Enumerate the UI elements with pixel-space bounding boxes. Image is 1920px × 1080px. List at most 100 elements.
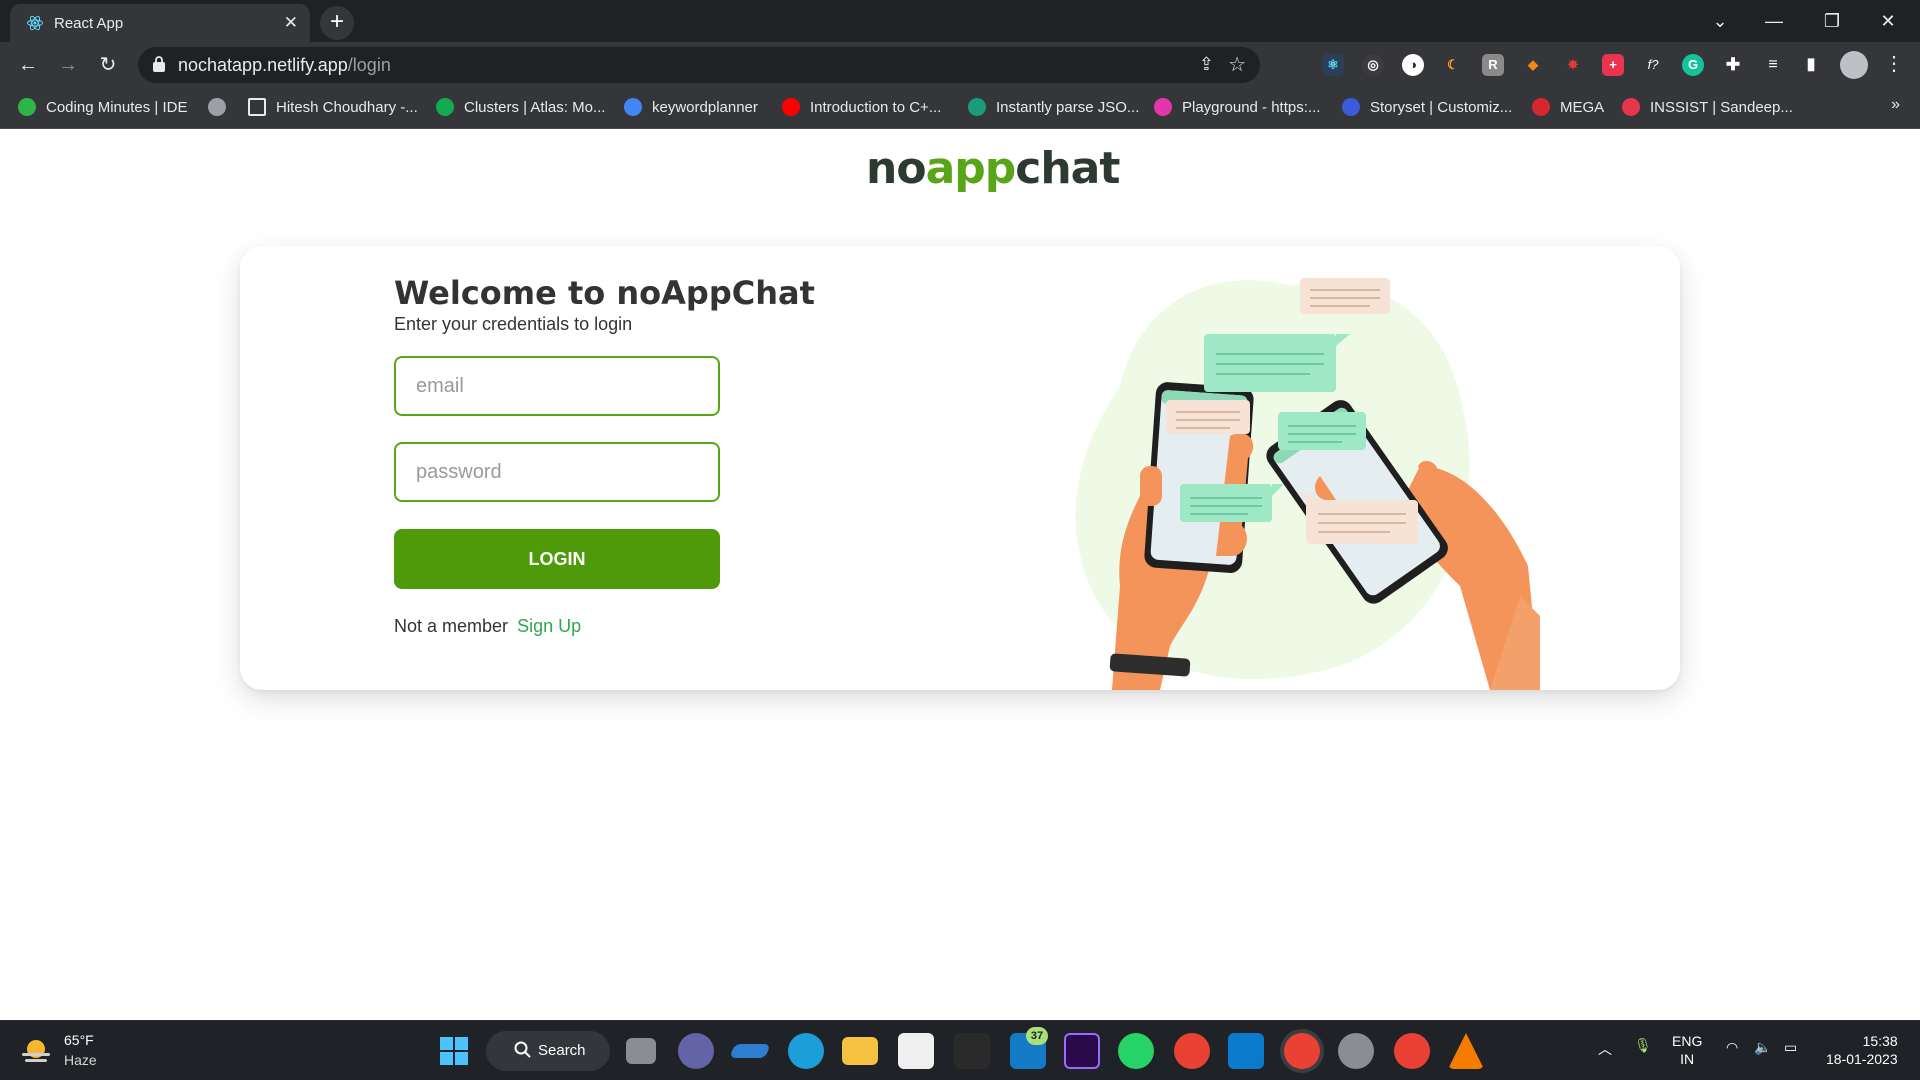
bookmark-item[interactable]: Clusters | Atlas: Mo... [436, 96, 605, 120]
email-field[interactable] [394, 356, 720, 416]
tab-strip: React App ✕ + ⌄ — ❐ ✕ [0, 0, 1920, 42]
system-clock[interactable]: 15:38 18-01-2023 [1826, 1032, 1898, 1068]
extension-plus-icon[interactable]: + [1602, 54, 1624, 76]
extension-moon-icon[interactable]: ☾ [1442, 54, 1464, 76]
brand-part-app: app [925, 143, 1017, 194]
login-button[interactable]: LOGIN [394, 529, 720, 589]
lang-bottom: IN [1680, 1051, 1695, 1067]
bookmark-favicon-icon [624, 98, 642, 116]
bookmark-favicon-icon [782, 98, 800, 116]
react-devtools-icon[interactable]: ⚛ [1322, 54, 1344, 76]
not-member-text: Not a member [394, 616, 509, 636]
bookmark-item[interactable]: Instantly parse JSO... [968, 96, 1139, 120]
bookmark-item[interactable]: INSSIST | Sandeep... [1622, 96, 1793, 120]
chat-bubble-1 [1300, 278, 1390, 314]
extensions-puzzle-icon[interactable]: ✚ [1722, 54, 1744, 76]
taskbar-search[interactable]: Search [486, 1031, 610, 1071]
premiere-pro-icon[interactable] [1064, 1033, 1100, 1069]
tray-chevron-icon[interactable]: ︿ [1598, 1039, 1612, 1059]
weather-widget[interactable]: 65°F Haze [20, 1031, 140, 1073]
url-text: nochatapp.netlify.app/login [178, 55, 391, 76]
search-icon [514, 1041, 531, 1058]
extension-circle-icon[interactable]: ◑ [1402, 54, 1424, 76]
extension-r-icon[interactable]: R [1482, 54, 1504, 76]
signup-prompt: Not a member Sign Up [394, 616, 581, 637]
chrome-active-icon[interactable] [1284, 1033, 1320, 1069]
bookmark-item[interactable]: Playground - https:... [1154, 96, 1320, 120]
bookmark-label: Storyset | Customiz... [1370, 99, 1513, 116]
whatsapp-icon[interactable] [1118, 1033, 1154, 1069]
url-path: /login [347, 55, 391, 75]
bookmark-item[interactable]: Introduction to C+... [782, 96, 941, 120]
bookmark-item[interactable]: Storyset | Customiz... [1342, 96, 1512, 120]
password-field[interactable] [394, 442, 720, 502]
teams-chat-icon[interactable] [678, 1033, 714, 1069]
signup-link[interactable]: Sign Up [517, 616, 581, 636]
bookmark-item[interactable]: keywordplanner [624, 96, 758, 120]
language-indicator[interactable]: ENG IN [1672, 1032, 1702, 1068]
media-control-icon[interactable]: ≡ [1762, 54, 1784, 76]
bookmark-favicon-icon [1154, 98, 1172, 116]
file-explorer-icon[interactable] [842, 1037, 878, 1065]
clock-date: 18-01-2023 [1826, 1051, 1898, 1067]
metamask-icon[interactable]: ◆ [1522, 54, 1544, 76]
pen-app-icon[interactable] [729, 1044, 771, 1058]
share-icon[interactable]: ⇪ [1199, 54, 1214, 75]
new-tab-button[interactable]: + [320, 6, 354, 40]
bookmark-item[interactable] [208, 96, 236, 120]
login-card: Welcome to noAppChat Enter your credenti… [240, 246, 1680, 690]
predator-icon[interactable] [954, 1033, 990, 1069]
windows-start-icon[interactable] [436, 1033, 472, 1069]
browser-tab[interactable]: React App ✕ [10, 4, 310, 42]
chrome-profile-icon[interactable] [1394, 1033, 1430, 1069]
url-host: nochatapp.netlify.app [178, 55, 348, 75]
formula-icon[interactable]: f? [1642, 54, 1664, 76]
task-view-icon[interactable] [626, 1038, 656, 1064]
bookmark-item[interactable]: Coding Minutes | IDE [18, 96, 187, 120]
restore-button[interactable]: ❐ [1810, 6, 1854, 36]
bookmark-item[interactable]: MEGA [1532, 96, 1604, 120]
close-window-button[interactable]: ✕ [1866, 6, 1910, 36]
bookmark-label: Playground - https:... [1182, 99, 1321, 116]
close-tab-icon[interactable]: ✕ [284, 13, 298, 33]
wifi-icon[interactable]: ◠ [1726, 1039, 1738, 1056]
grammarly-icon[interactable]: G [1682, 54, 1704, 76]
reload-button[interactable]: ↻ [94, 51, 122, 79]
edge-icon[interactable] [788, 1033, 824, 1069]
bookmark-label: Clusters | Atlas: Mo... [464, 99, 606, 116]
bookmark-item[interactable]: Hitesh Choudhary -... [248, 96, 418, 120]
forward-button[interactable]: → [54, 51, 82, 79]
bookmark-label: Instantly parse JSO... [996, 99, 1140, 116]
lock-icon [153, 56, 165, 72]
bookmark-favicon-icon [436, 98, 454, 116]
browser-chrome: React App ✕ + ⌄ — ❐ ✕ ← → ↻ nochatapp.ne… [0, 0, 1920, 129]
volume-icon[interactable]: 🔈 [1754, 1039, 1771, 1056]
battery-icon[interactable]: ▭ [1784, 1039, 1797, 1056]
bookmark-favicon-icon [1532, 98, 1550, 116]
color-picker-icon[interactable]: ✸ [1562, 54, 1584, 76]
chrome-icon[interactable] [1174, 1033, 1210, 1069]
tab-search-icon[interactable]: ⌄ [1698, 6, 1742, 36]
minimize-button[interactable]: — [1752, 6, 1796, 36]
bookmark-label: keywordplanner [652, 99, 758, 116]
menu-kebab-icon[interactable]: ⋮ [1884, 51, 1904, 76]
search-label: Search [538, 1042, 586, 1059]
profile-avatar[interactable] [1840, 51, 1868, 79]
vlc-icon[interactable] [1448, 1033, 1484, 1069]
bookmark-star-icon[interactable]: ☆ [1228, 52, 1246, 77]
vscode-icon[interactable] [1228, 1033, 1264, 1069]
tab-title: React App [54, 15, 124, 32]
more-bookmarks-icon[interactable]: » [1891, 96, 1900, 114]
welcome-title: Welcome to noAppChat [394, 274, 815, 312]
store-icon[interactable] [898, 1033, 934, 1069]
chat-bubble-3 [1166, 400, 1250, 434]
clock-time: 15:38 [1862, 1033, 1898, 1049]
back-button[interactable]: ← [14, 51, 42, 79]
login-subtitle: Enter your credentials to login [394, 314, 633, 334]
bookmark-favicon-icon [1342, 98, 1360, 116]
extension-target-icon[interactable]: ◎ [1362, 54, 1384, 76]
side-panel-icon[interactable]: ▮ [1800, 54, 1822, 76]
address-bar[interactable]: nochatapp.netlify.app/login ⇪ ☆ [138, 47, 1260, 83]
settings-icon[interactable] [1338, 1033, 1374, 1069]
microphone-icon[interactable]: 🎙 [1634, 1037, 1652, 1054]
